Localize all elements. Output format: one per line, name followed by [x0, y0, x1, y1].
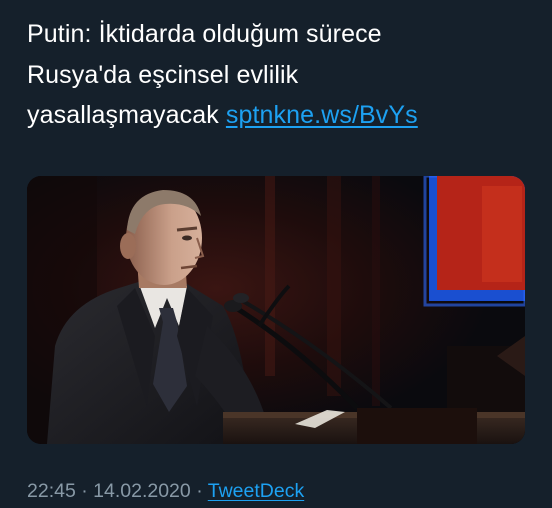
- tweet-text-line-3: yasallaşmayacak sptnkne.ws/BvYs: [27, 95, 527, 136]
- photo-eye: [182, 235, 192, 241]
- photo-light-streak: [265, 176, 275, 376]
- meta-separator: ·: [196, 480, 203, 502]
- photo-screen-panel: [482, 186, 522, 282]
- tweet-media-photo[interactable]: [27, 176, 525, 444]
- photo-ear: [120, 233, 136, 259]
- tweet-card: Putin: İktidarda olduğum sürece Rusya'da…: [0, 0, 552, 508]
- photo-brow: [176, 226, 198, 232]
- tweet-text: Putin: İktidarda olduğum sürece Rusya'da…: [27, 14, 527, 136]
- photo-microphone-head: [233, 293, 249, 303]
- tweet-meta: 22:45 · 14.02.2020 · TweetDeck: [27, 480, 304, 503]
- meta-separator: ·: [81, 480, 88, 502]
- tweet-time: 22:45: [27, 480, 76, 502]
- tweet-text-line-2: Rusya'da eşcinsel evlilik: [27, 60, 299, 89]
- tweet-text-line-1: Putin: İktidarda olduğum sürece: [27, 20, 382, 48]
- photo-podium-base: [357, 408, 477, 444]
- tweet-source-link[interactable]: TweetDeck: [208, 480, 304, 502]
- photo-light-streak: [372, 176, 380, 406]
- tweet-date: 14.02.2020: [93, 480, 191, 502]
- tweet-link[interactable]: sptnkne.ws/BvYs: [226, 101, 418, 129]
- tweet-text-line-3-words: yasallaşmayacak: [27, 101, 219, 129]
